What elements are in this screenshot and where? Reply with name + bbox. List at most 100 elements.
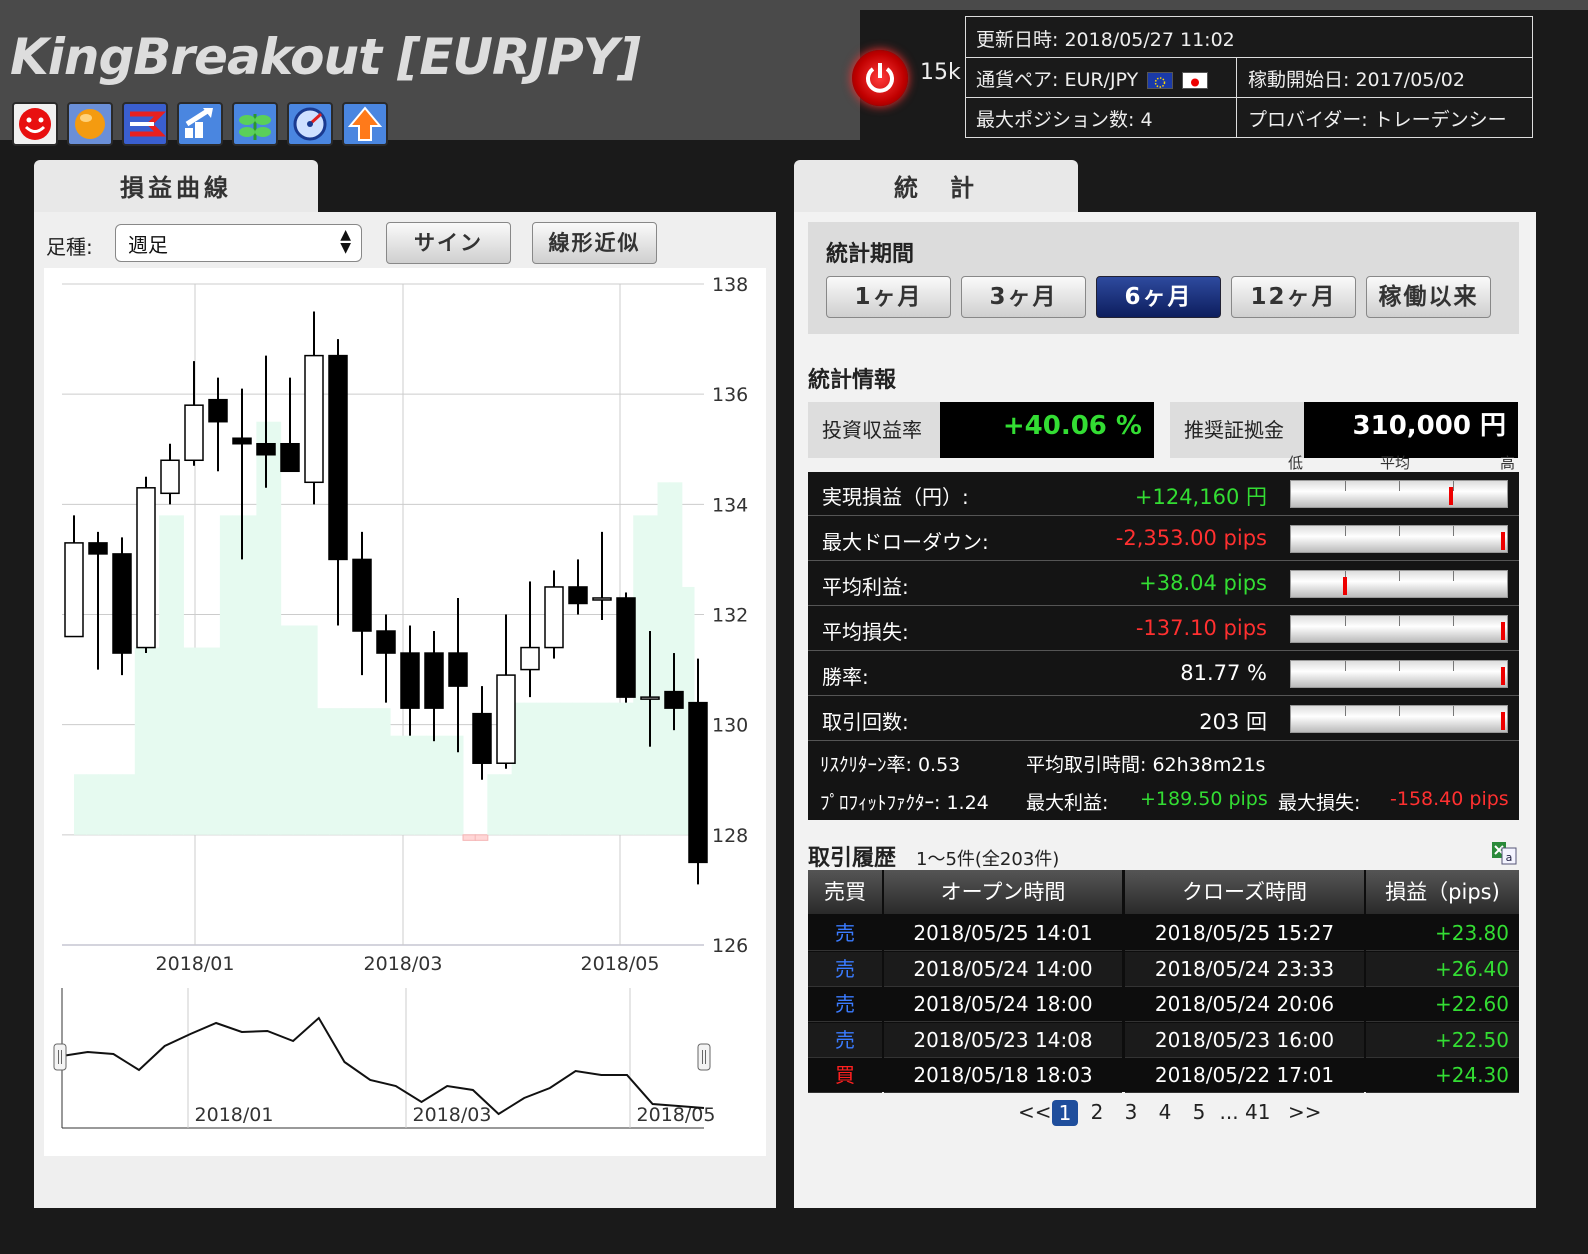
period-button-3[interactable]: 6ヶ月 [1096,276,1221,318]
stat-value: +124,160 円 [1134,485,1267,509]
y-tick-label: 132 [712,605,748,627]
gauge-tick [1399,661,1400,671]
period-button-5[interactable]: 稼働以来 [1366,276,1491,318]
tab-statistics[interactable]: 統 計 [794,160,1078,214]
smiley-icon[interactable] [12,102,58,146]
trend-arrows-icon[interactable] [122,102,168,146]
equity-step [207,647,221,835]
candlestick-chart[interactable]: 138 136 134 132 130 128 126 2018/01 2018/03 2018/… [44,268,766,1156]
stat-gauge [1290,480,1508,508]
page-last[interactable]: >> [1288,1100,1322,1124]
equity-step [134,647,148,835]
period-button-1[interactable]: 1ヶ月 [826,276,951,318]
trade-pl: +22.60 [1366,987,1519,1022]
candle-down [376,630,396,654]
gauge-tick [1345,616,1346,626]
gauge-tick [1453,526,1454,536]
trade-open-time: 2018/05/23 14:08 [884,1022,1122,1058]
up-arrow-icon[interactable] [342,102,388,146]
stat-row: 実現損益（円）: +124,160 円 [808,472,1519,516]
excel-export-icon[interactable]: a [1490,838,1518,866]
page-1[interactable]: 1 [1052,1100,1078,1126]
equity-step [98,774,111,835]
trade-pl: +24.30 [1366,1058,1519,1093]
trade-close-time: 2018/05/25 15:27 [1125,916,1364,951]
gauge-icon[interactable] [287,102,333,146]
gauge-marker [1448,487,1453,505]
gauge-marker [1500,622,1505,640]
stat-row: 平均損失: -137.10 pips [808,607,1519,651]
period-button-2[interactable]: 3ヶ月 [961,276,1086,318]
app-title: KingBreakout [EURJPY] [10,28,641,86]
navigator-handle-left[interactable] [53,1043,67,1071]
gauge-label-low: 低 [1288,454,1304,472]
page-first[interactable]: << [1018,1100,1052,1124]
start-date: 稼動開始日: 2017/05/02 [1248,69,1465,91]
gauge-tick [1345,706,1346,716]
gauge-marker [1500,667,1505,685]
equity-step [171,515,184,835]
equity-step [523,702,537,835]
sign-button[interactable]: サイン [386,222,511,264]
equity-step [390,735,403,835]
table-header-4[interactable]: 損益（pips) [1366,870,1519,914]
candle-down [688,701,708,864]
equity-step [232,515,245,835]
trade-open-time: 2018/05/25 14:01 [884,916,1122,951]
candle-down [280,442,300,473]
page-4[interactable]: 4 [1152,1100,1178,1124]
page-5[interactable]: 5 [1186,1100,1212,1124]
table-header-2[interactable]: オープン時間 [884,870,1122,914]
candle-down [616,597,636,698]
page-2[interactable]: 2 [1084,1100,1110,1124]
stat-gauge [1290,705,1508,733]
page-41[interactable]: ... 41 [1218,1100,1272,1124]
gauge-tick [1453,661,1454,671]
gauge-label-avg: 平均 [1380,454,1411,472]
candle-down [328,354,348,561]
candle-down [472,712,492,764]
candle-up [184,404,204,462]
eu-flag-icon [1147,72,1174,89]
timeframe-value: 週足 [128,233,168,257]
page-3[interactable]: 3 [1118,1100,1144,1124]
period-button-4[interactable]: 12ヶ月 [1231,276,1356,318]
y-tick-label: 138 [712,274,748,296]
navigator-handle-right[interactable] [697,1043,711,1071]
stat-label: 最大ドローダウン: [822,530,989,554]
gauge-tick [1399,706,1400,716]
equity-step [596,702,610,835]
trade-close-time: 2018/05/24 20:06 [1125,987,1364,1022]
trade-pl: +22.50 [1366,1022,1519,1058]
linear-approx-button[interactable]: 線形近似 [532,222,657,264]
header-strip [838,0,1588,10]
updated-time: 更新日時: 2018/05/27 11:02 [976,29,1235,51]
max-profit: +189.50 pips [1140,788,1268,810]
table-header-1[interactable]: 売買 [808,870,882,914]
foot-label: 足種: [46,235,93,259]
trade-close-time: 2018/05/23 16:00 [1125,1022,1364,1058]
equity-step [268,421,282,835]
navigator-x-tick: 2018/01 [195,1104,274,1126]
tab-pnl-curve[interactable]: 損益曲線 [34,160,318,214]
roi-value: +40.06 % [940,402,1154,458]
trade-pl: +23.80 [1366,916,1519,951]
power-icon[interactable] [852,50,908,106]
roi-label: 投資収益率 [808,402,940,458]
svg-text:a: a [1506,851,1513,864]
candle-down [232,437,252,445]
profit-factor: ﾌﾟﾛﾌｨｯﾄﾌｧｸﾀｰ: 1.24 [820,792,989,814]
equity-step [657,482,671,835]
uptrend-icon[interactable] [177,102,223,146]
table-header-3[interactable]: クローズ時間 [1125,870,1364,914]
gauge-label-high: 高 [1500,454,1516,472]
history-count: 1〜5件(全203件) [916,849,1060,870]
max-profit-label: 最大利益: [1026,792,1109,814]
orange-ball-icon[interactable] [67,102,113,146]
equity-step [499,774,513,835]
candle-down [352,558,372,632]
timeframe-select[interactable]: 週足 ▲ ▼ [115,224,362,262]
leaf-icon[interactable] [232,102,278,146]
y-tick-label: 126 [712,935,748,957]
subscriber-count: 15k [920,60,961,85]
